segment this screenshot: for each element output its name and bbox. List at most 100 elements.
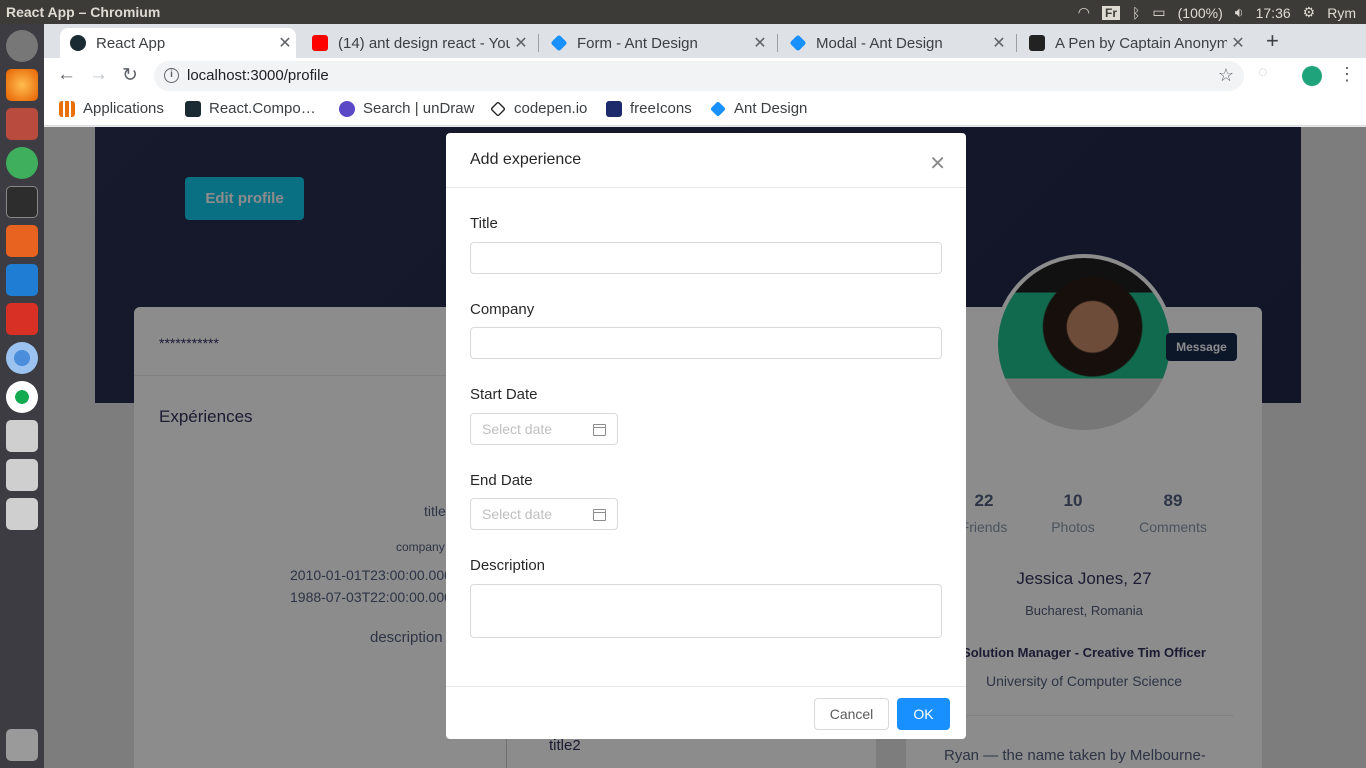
bookmark-label: React.Compo… — [209, 100, 316, 117]
modal-header: Add experience ✕ — [446, 133, 966, 188]
close-tab-icon[interactable]: ✕ — [749, 33, 771, 53]
modal-footer: Cancel OK — [446, 686, 966, 739]
end-date-placeholder: Select date — [482, 506, 553, 522]
description-textarea[interactable] — [470, 584, 942, 638]
bookmark-codepen[interactable]: codepen.io — [490, 100, 587, 117]
bookmark-label: Search | unDraw — [363, 100, 475, 117]
ant-design-icon — [710, 100, 726, 117]
bookmark-label: Applications — [83, 100, 164, 117]
os-top-bar: React App – Chromium ◠ Fr ᛒ ▭ (100%) 🔉︎ … — [0, 0, 1366, 24]
tab-separator — [1016, 34, 1017, 52]
software-center-icon[interactable] — [6, 225, 38, 257]
chromium-icon[interactable] — [6, 342, 38, 374]
close-tab-icon[interactable]: ✕ — [988, 33, 1010, 53]
window-title: React App – Chromium — [6, 4, 161, 20]
tab-separator — [538, 34, 539, 52]
extension-icon[interactable]: ◌ — [1258, 64, 1268, 82]
address-bar[interactable]: i localhost:3000/profile ☆ — [154, 61, 1244, 91]
ant-design-icon — [550, 34, 568, 52]
browser-toolbar: ← → ↻ i localhost:3000/profile ☆ ◌ ⋮ — [44, 58, 1366, 94]
close-icon[interactable]: ✕ — [929, 151, 946, 176]
start-date-placeholder: Select date — [482, 421, 553, 437]
files-icon[interactable] — [6, 108, 38, 140]
drive-icon[interactable] — [6, 498, 38, 530]
react-icon — [70, 35, 86, 51]
tab-strip: React App ✕ (14) ant design react - You … — [44, 24, 1366, 58]
close-tab-icon[interactable]: ✕ — [510, 33, 532, 53]
title-input[interactable] — [470, 242, 942, 274]
bookmark-freeicons[interactable]: freeIcons — [606, 100, 692, 117]
clock[interactable]: 17:36 — [1256, 5, 1291, 21]
tab-separator — [777, 34, 778, 52]
dash-icon[interactable] — [6, 30, 38, 62]
bookmark-label: codepen.io — [514, 100, 588, 117]
start-date-picker[interactable]: Select date — [470, 413, 618, 445]
bookmark-label: freeIcons — [630, 100, 692, 117]
user-name[interactable]: Rym — [1327, 5, 1356, 21]
calendar-icon — [593, 424, 606, 436]
forward-icon[interactable]: → — [89, 64, 108, 86]
tab-react-app[interactable]: React App ✕ — [60, 28, 296, 58]
bookmarks-bar: Applications React.Compo… Search | unDra… — [44, 94, 1366, 126]
calendar-icon — [593, 509, 606, 521]
close-tab-icon[interactable]: ✕ — [1227, 33, 1249, 53]
tab-label: Form - Ant Design — [577, 34, 698, 52]
menu-kebab-icon[interactable]: ⋮ — [1338, 64, 1356, 85]
undraw-icon — [339, 100, 355, 117]
settings-icon[interactable]: ⚙︎ — [1303, 4, 1316, 21]
battery-text: (100%) — [1177, 4, 1223, 21]
volume-icon[interactable]: 🔉︎ — [1235, 4, 1244, 21]
tab-modal-ant-design[interactable]: Modal - Ant Design ✕ — [780, 28, 1010, 58]
trash-icon[interactable] — [6, 729, 38, 761]
bookmark-label: Ant Design — [734, 100, 808, 117]
start-date-label: Start Date — [470, 386, 538, 403]
cancel-button[interactable]: Cancel — [814, 698, 889, 730]
reload-icon[interactable]: ↻ — [122, 64, 138, 87]
mail-icon[interactable] — [6, 303, 38, 335]
keyboard-layout[interactable]: Fr — [1102, 5, 1120, 20]
profile-avatar-icon[interactable] — [1302, 66, 1322, 86]
modal-title: Add experience — [470, 151, 582, 168]
drive-icon[interactable] — [6, 459, 38, 491]
bookmark-star-icon[interactable]: ☆ — [1218, 65, 1234, 86]
tab-label: Modal - Ant Design — [816, 34, 943, 52]
tab-codepen[interactable]: A Pen by Captain Anonym ✕ — [1019, 28, 1249, 58]
bluetooth-icon[interactable]: ᛒ — [1132, 5, 1140, 21]
bookmark-undraw[interactable]: Search | unDraw — [339, 100, 474, 117]
wifi-icon[interactable]: ◠ — [1078, 4, 1090, 21]
close-tab-icon[interactable]: ✕ — [274, 33, 296, 53]
battery-icon[interactable]: ▭ — [1152, 4, 1165, 21]
tab-youtube[interactable]: (14) ant design react - You ✕ — [302, 28, 532, 58]
react-icon — [185, 100, 201, 117]
terminal-icon[interactable] — [6, 186, 38, 218]
vscode-icon[interactable] — [6, 264, 38, 296]
bookmark-applications[interactable]: Applications — [59, 100, 164, 117]
bookmark-ant-design[interactable]: Ant Design — [710, 100, 807, 117]
launcher — [0, 24, 44, 768]
tab-label: React App — [96, 34, 166, 52]
end-date-label: End Date — [470, 472, 533, 489]
url-text[interactable]: localhost:3000/profile — [187, 67, 329, 84]
back-icon[interactable]: ← — [57, 64, 76, 86]
mongodb-icon[interactable] — [6, 381, 38, 413]
ok-button[interactable]: OK — [897, 698, 950, 730]
codepen-icon — [1029, 35, 1045, 51]
ant-design-icon — [789, 34, 807, 52]
tab-label: A Pen by Captain Anonym — [1055, 34, 1227, 52]
tab-form-ant-design[interactable]: Form - Ant Design ✕ — [541, 28, 771, 58]
end-date-picker[interactable]: Select date — [470, 498, 618, 530]
company-label: Company — [470, 301, 535, 318]
system-tray: ◠ Fr ᛒ ▭ (100%) 🔉︎ 17:36 ⚙︎ Rym — [1078, 4, 1356, 21]
freeicons-icon — [606, 100, 622, 117]
company-input[interactable] — [470, 327, 942, 359]
new-tab-icon[interactable]: + — [1266, 28, 1279, 54]
apps-grid-icon — [59, 100, 75, 117]
drive-icon[interactable] — [6, 420, 38, 452]
description-label: Description — [470, 557, 546, 574]
info-icon[interactable]: i — [164, 68, 179, 83]
bookmark-react-components[interactable]: React.Compo… — [185, 100, 316, 117]
add-experience-modal: Add experience ✕ Title Company Start Dat… — [446, 133, 966, 739]
app-icon[interactable] — [6, 147, 38, 179]
firefox-icon[interactable] — [6, 69, 38, 101]
codepen-icon — [490, 100, 506, 117]
